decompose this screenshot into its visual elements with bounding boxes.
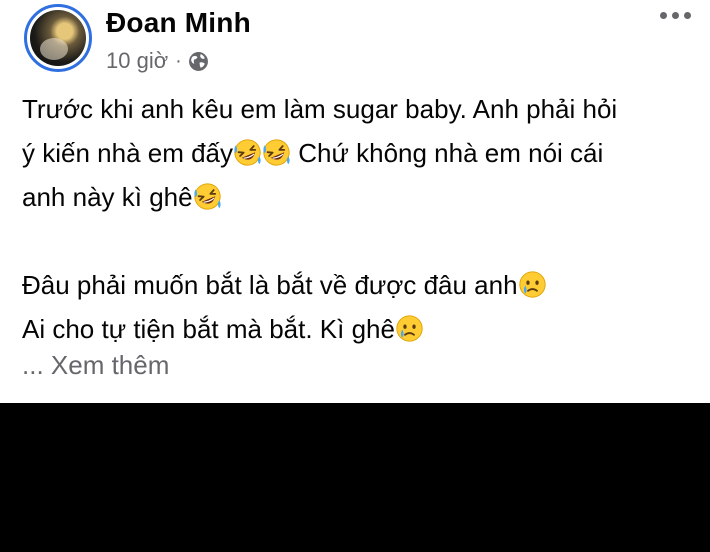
more-dot [672, 12, 679, 19]
post-timestamp[interactable]: 10 giờ [106, 48, 168, 74]
post-text-line: Ai cho tự tiện bắt mà bắt. Kì ghê [22, 307, 682, 351]
meta-separator: · [175, 49, 182, 72]
post-card: Đoan Minh 10 giờ · Trước khi anh kêu em … [0, 0, 710, 403]
rolling-on-floor-laughing-emoji [193, 182, 222, 211]
rolling-on-floor-laughing-emoji [233, 138, 262, 167]
post-text-line: anh này kì ghê [22, 175, 682, 219]
post-text-line: Trước khi anh kêu em làm sugar baby. Anh… [22, 87, 682, 131]
more-options-icon[interactable] [660, 12, 691, 19]
sad-tear-emoji [518, 270, 547, 299]
more-dot [684, 12, 691, 19]
sad-tear-emoji [395, 314, 424, 343]
post-text: Ai cho tự tiện bắt mà bắt. Kì ghê [22, 314, 395, 344]
black-area [0, 403, 710, 552]
more-dot [660, 12, 667, 19]
post-text-line: ý kiến nhà em đấy Chứ không nhà em nói c… [22, 131, 682, 175]
see-more-link[interactable]: ... Xem thêm [22, 350, 169, 381]
post-text: anh này kì ghê [22, 182, 193, 212]
post-text: Đâu phải muốn bắt là bắt về được đâu anh [22, 270, 518, 300]
post-text: Trước khi anh kêu em làm sugar baby. Anh… [22, 94, 618, 124]
author-name[interactable]: Đoan Minh [106, 7, 251, 39]
avatar[interactable] [24, 4, 92, 72]
post-text: ý kiến nhà em đấy [22, 138, 234, 168]
post-meta: 10 giờ · [106, 47, 209, 75]
avatar-photo [30, 10, 86, 66]
post-text: Chứ không nhà em nói cái [291, 138, 604, 168]
globe-icon [188, 51, 208, 71]
post-content: Trước khi anh kêu em làm sugar baby. Anh… [22, 87, 682, 351]
post-text-line: Đâu phải muốn bắt là bắt về được đâu anh [22, 263, 682, 307]
rolling-on-floor-laughing-emoji [262, 138, 291, 167]
